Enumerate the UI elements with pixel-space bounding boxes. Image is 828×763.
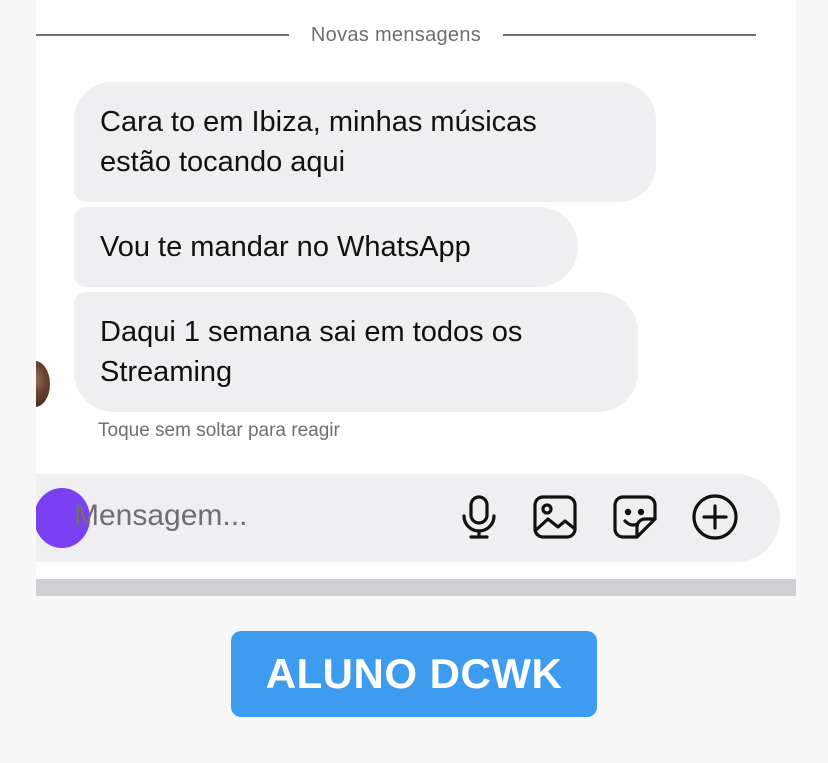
chat-panel: Novas mensagens Cara to em Ibiza, minhas… [36, 0, 796, 579]
message-bubble[interactable]: Daqui 1 semana sai em todos os Streaming [74, 292, 638, 412]
message-bubble[interactable]: Cara to em Ibiza, minhas músicas estão t… [74, 82, 656, 202]
divider-line-right [503, 34, 756, 36]
message-line: Daqui 1 semana sai em todos os [100, 316, 523, 348]
sender-avatar[interactable] [36, 361, 50, 407]
message-line: Vou te mandar no WhatsApp [100, 231, 471, 263]
plus-circle-icon[interactable] [690, 492, 740, 542]
microphone-icon[interactable] [454, 492, 504, 542]
message-input[interactable]: Mensagem... [74, 499, 247, 533]
divider-line-left [36, 34, 289, 36]
message-line: Cara to em Ibiza, minhas músicas [100, 106, 537, 138]
sticker-icon[interactable] [610, 492, 660, 542]
watermark-label: ALUNO DCWK [231, 631, 597, 717]
image-icon[interactable] [530, 492, 580, 542]
divider-label: Novas mensagens [310, 23, 482, 46]
bottom-bar [36, 579, 796, 596]
message-line: estão tocando aqui [100, 146, 346, 178]
message-bubble[interactable]: Vou te mandar no WhatsApp [74, 207, 578, 287]
message-line: Streaming [100, 356, 233, 388]
reaction-hint: Toque sem soltar para reagir [98, 420, 340, 441]
new-messages-divider: Novas mensagens [36, 14, 756, 56]
